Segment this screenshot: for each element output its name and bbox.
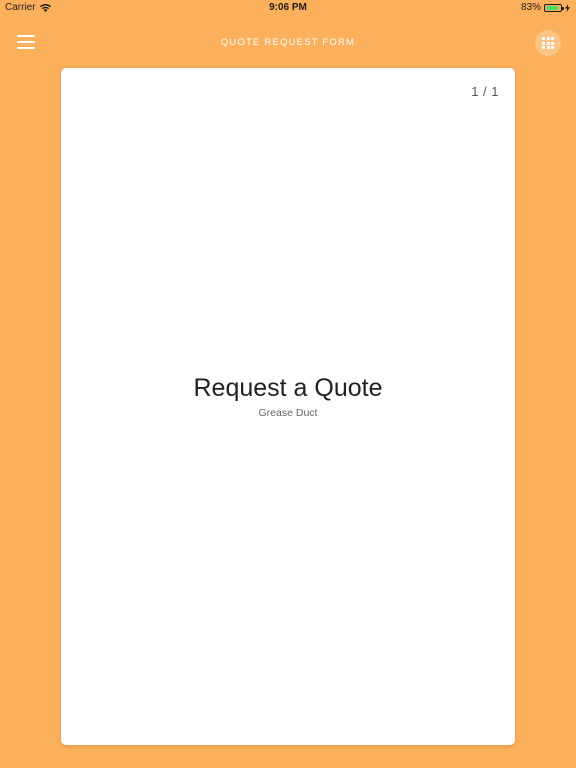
battery-percent: 83% <box>520 2 541 13</box>
page-title: QUOTE REQUEST FORM <box>220 37 356 48</box>
status-right: 83% <box>521 2 570 13</box>
page-counter: 1 / 1 <box>471 84 499 99</box>
grid-icon <box>542 37 554 49</box>
navigation-bar: QUOTE REQUEST FORM <box>0 26 576 58</box>
status-time: 9:06 PM <box>269 2 307 13</box>
lightning-icon <box>565 3 570 12</box>
card-content: Request a Quote Grease Duct <box>61 374 515 419</box>
battery-level <box>546 5 558 10</box>
form-title: Request a Quote <box>193 374 383 402</box>
form-subtitle: Grease Duct <box>258 407 318 419</box>
battery-nub <box>562 6 564 10</box>
grid-menu-button[interactable] <box>535 30 561 56</box>
battery-icon <box>544 3 564 12</box>
form-card: 1 / 1 Request a Quote Grease Duct <box>61 68 515 745</box>
status-bar: Carrier 9:06 PM 83% <box>0 0 576 16</box>
